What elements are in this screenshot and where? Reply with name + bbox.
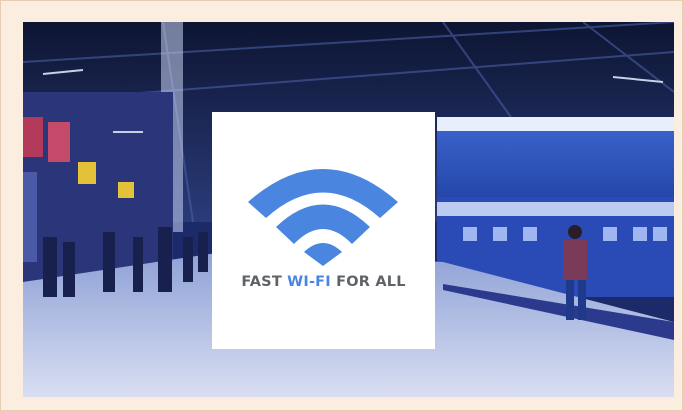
caption-for-all-text: FOR ALL [330,274,406,290]
image-frame: FAST WI-FI FOR ALL [0,0,683,411]
caption-fast-text: FAST [241,274,288,290]
wifi-announcement-card: FAST WI-FI FOR ALL [212,112,435,349]
caption-wifi-text: WI-FI [287,274,331,290]
wifi-icon [248,169,398,266]
wifi-caption: FAST WI-FI FOR ALL [212,274,435,290]
